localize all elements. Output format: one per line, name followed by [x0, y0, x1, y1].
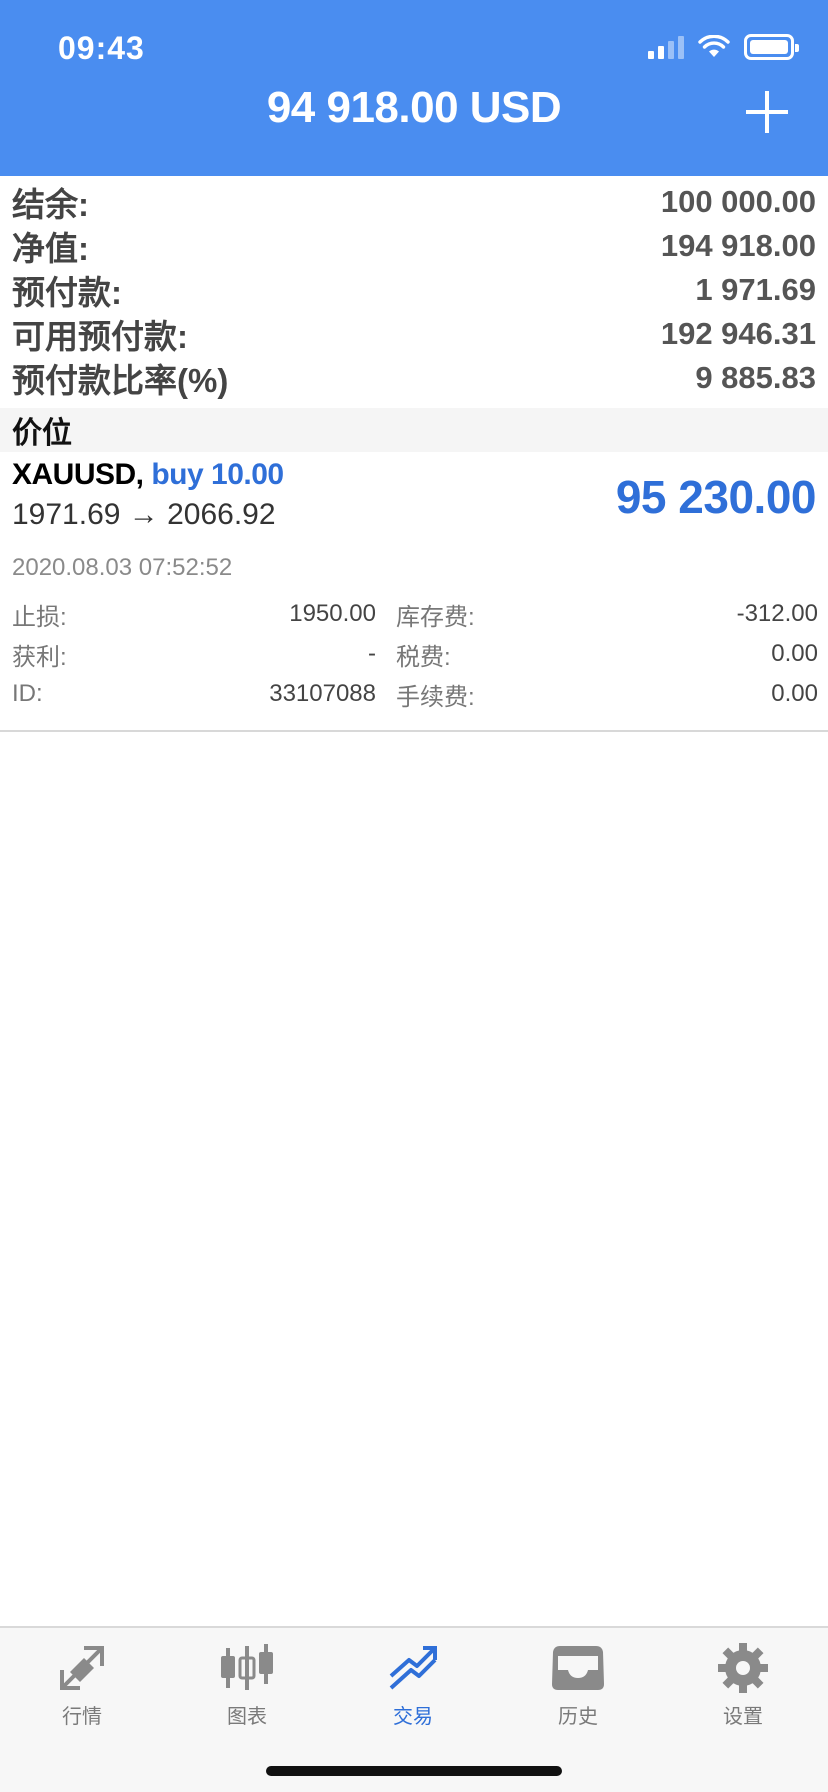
- top-header: 09:43 94 918.00 USD: [0, 0, 828, 176]
- trade-icon: [389, 1646, 437, 1690]
- detail-value: 0.00: [771, 640, 818, 667]
- summary-row-free-margin: 可用预付款: 192 946.31: [0, 312, 828, 356]
- battery-icon: [744, 34, 799, 60]
- position-prices: 1971.69 → 2066.92: [12, 498, 276, 531]
- tab-chart[interactable]: 图表: [192, 1642, 302, 1732]
- summary-label: 预付款比率(%): [12, 362, 229, 399]
- quotes-icon: [60, 1646, 104, 1690]
- plus-icon[interactable]: [746, 91, 788, 133]
- detail-value: 33107088: [269, 680, 376, 707]
- home-indicator[interactable]: [266, 1766, 562, 1776]
- summary-row-margin-level: 预付款比率(%) 9 885.83: [0, 356, 828, 400]
- summary-value: 194 918.00: [660, 228, 816, 263]
- tab-label: 图表: [227, 1706, 267, 1728]
- position-open-time: 2020.08.03 07:52:52: [12, 554, 233, 581]
- detail-label: 手续费:: [396, 683, 475, 711]
- summary-value: 1 971.69: [695, 272, 816, 307]
- summary-value: 192 946.31: [660, 316, 816, 351]
- tab-trade[interactable]: 交易: [358, 1642, 468, 1732]
- summary-value: 100 000.00: [660, 184, 816, 219]
- detail-row: 获利: - 税费: 0.00: [12, 634, 818, 674]
- detail-value: 1950.00: [289, 600, 376, 627]
- symbol-name: XAUUSD,: [12, 458, 144, 491]
- settings-gear-icon: [718, 1643, 768, 1693]
- summary-row-balance: 结余: 100 000.00: [0, 180, 828, 224]
- wifi-icon: [698, 35, 730, 57]
- tab-label: 历史: [558, 1706, 598, 1728]
- tab-label: 交易: [393, 1706, 433, 1728]
- tab-settings[interactable]: 设置: [688, 1642, 798, 1732]
- detail-label: 税费:: [396, 643, 451, 671]
- detail-row: ID: 33107088 手续费: 0.00: [12, 674, 818, 714]
- section-header-positions: 价位: [0, 408, 828, 452]
- detail-label: 止损:: [12, 603, 67, 631]
- cellular-signal-icon: [648, 35, 684, 59]
- history-inbox-icon: [552, 1646, 604, 1690]
- position-symbol: XAUUSD, buy 10.00: [12, 458, 284, 492]
- summary-label: 净值:: [12, 230, 89, 267]
- position-details: 止损: 1950.00 库存费: -312.00 获利: - 税费: 0.00 …: [12, 594, 818, 714]
- summary-value: 9 885.83: [695, 360, 816, 395]
- detail-value: -312.00: [736, 600, 818, 627]
- summary-row-margin: 预付款: 1 971.69: [0, 268, 828, 312]
- position-side: buy 10.00: [151, 458, 284, 491]
- detail-value: -: [368, 640, 376, 667]
- detail-label: 库存费:: [396, 603, 475, 631]
- status-time: 09:43: [58, 30, 145, 66]
- detail-label: ID:: [12, 680, 43, 707]
- status-icons: [648, 34, 799, 60]
- position-profit: 95 230.00: [615, 471, 817, 523]
- header-title: 94 918.00 USD: [266, 83, 562, 132]
- summary-label: 预付款:: [12, 274, 122, 311]
- chart-candles-icon: [221, 1644, 273, 1690]
- detail-value: 0.00: [771, 680, 818, 707]
- summary-row-equity: 净值: 194 918.00: [0, 224, 828, 268]
- summary-label: 可用预付款:: [12, 318, 188, 355]
- tab-quotes[interactable]: 行情: [27, 1642, 137, 1732]
- detail-label: 获利:: [12, 643, 67, 671]
- account-summary: 结余: 100 000.00 净值: 194 918.00 预付款: 1 971…: [0, 180, 828, 400]
- tab-label: 行情: [62, 1706, 102, 1728]
- summary-label: 结余:: [12, 186, 89, 223]
- detail-row: 止损: 1950.00 库存费: -312.00: [12, 594, 818, 634]
- position-item[interactable]: XAUUSD, buy 10.00 1971.69 → 2066.92 95 2…: [0, 452, 828, 732]
- tab-label: 设置: [723, 1706, 763, 1728]
- tab-history[interactable]: 历史: [523, 1642, 633, 1732]
